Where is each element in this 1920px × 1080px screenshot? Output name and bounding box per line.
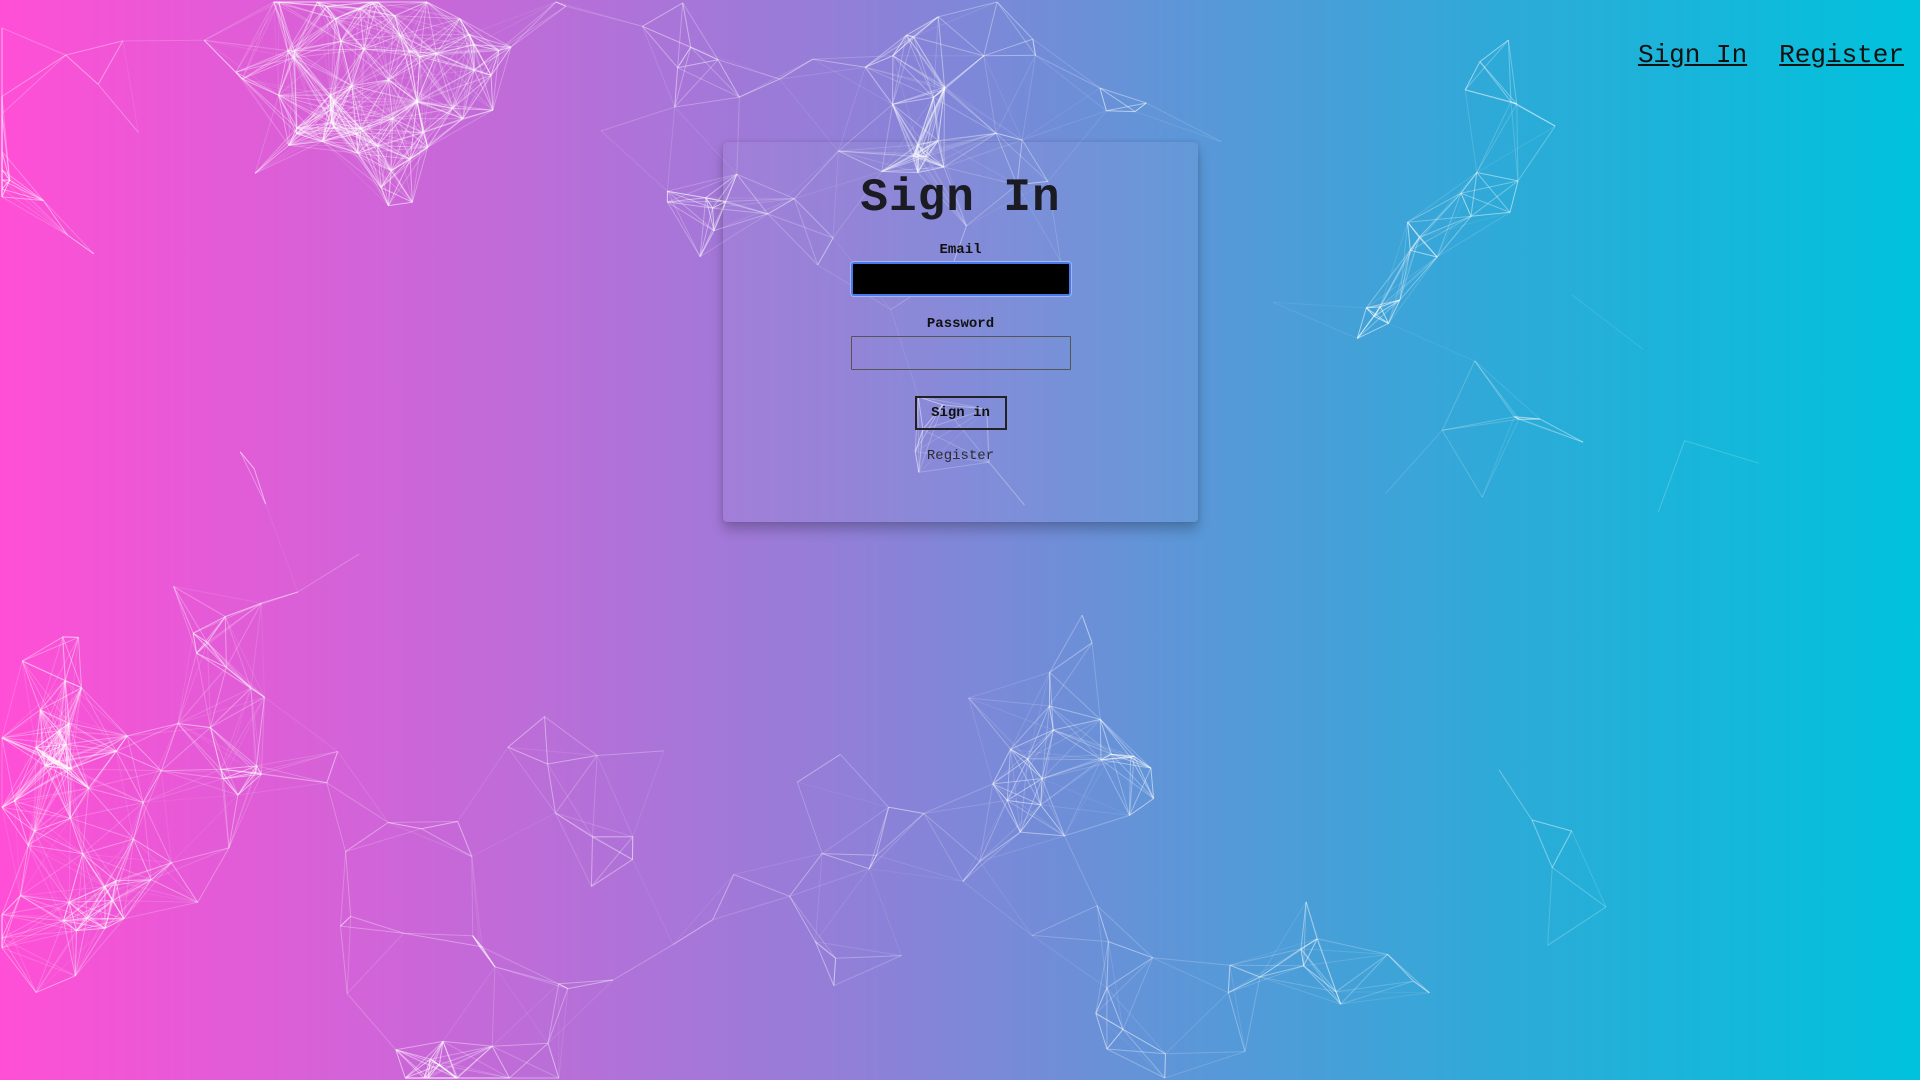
- email-label: Email: [939, 242, 982, 258]
- password-field[interactable]: [850, 336, 1071, 370]
- email-field[interactable]: [850, 262, 1071, 296]
- nav-register-link[interactable]: Register: [1779, 40, 1904, 70]
- top-nav: Sign In Register: [1638, 40, 1904, 70]
- password-label: Password: [926, 316, 995, 332]
- sign-in-button[interactable]: Sign in: [914, 396, 1007, 430]
- sign-in-card: Sign In Email Password Sign in Register: [723, 142, 1198, 522]
- register-link[interactable]: Register: [723, 448, 1198, 464]
- page-title: Sign In: [860, 172, 1061, 224]
- nav-sign-in-link[interactable]: Sign In: [1638, 40, 1747, 70]
